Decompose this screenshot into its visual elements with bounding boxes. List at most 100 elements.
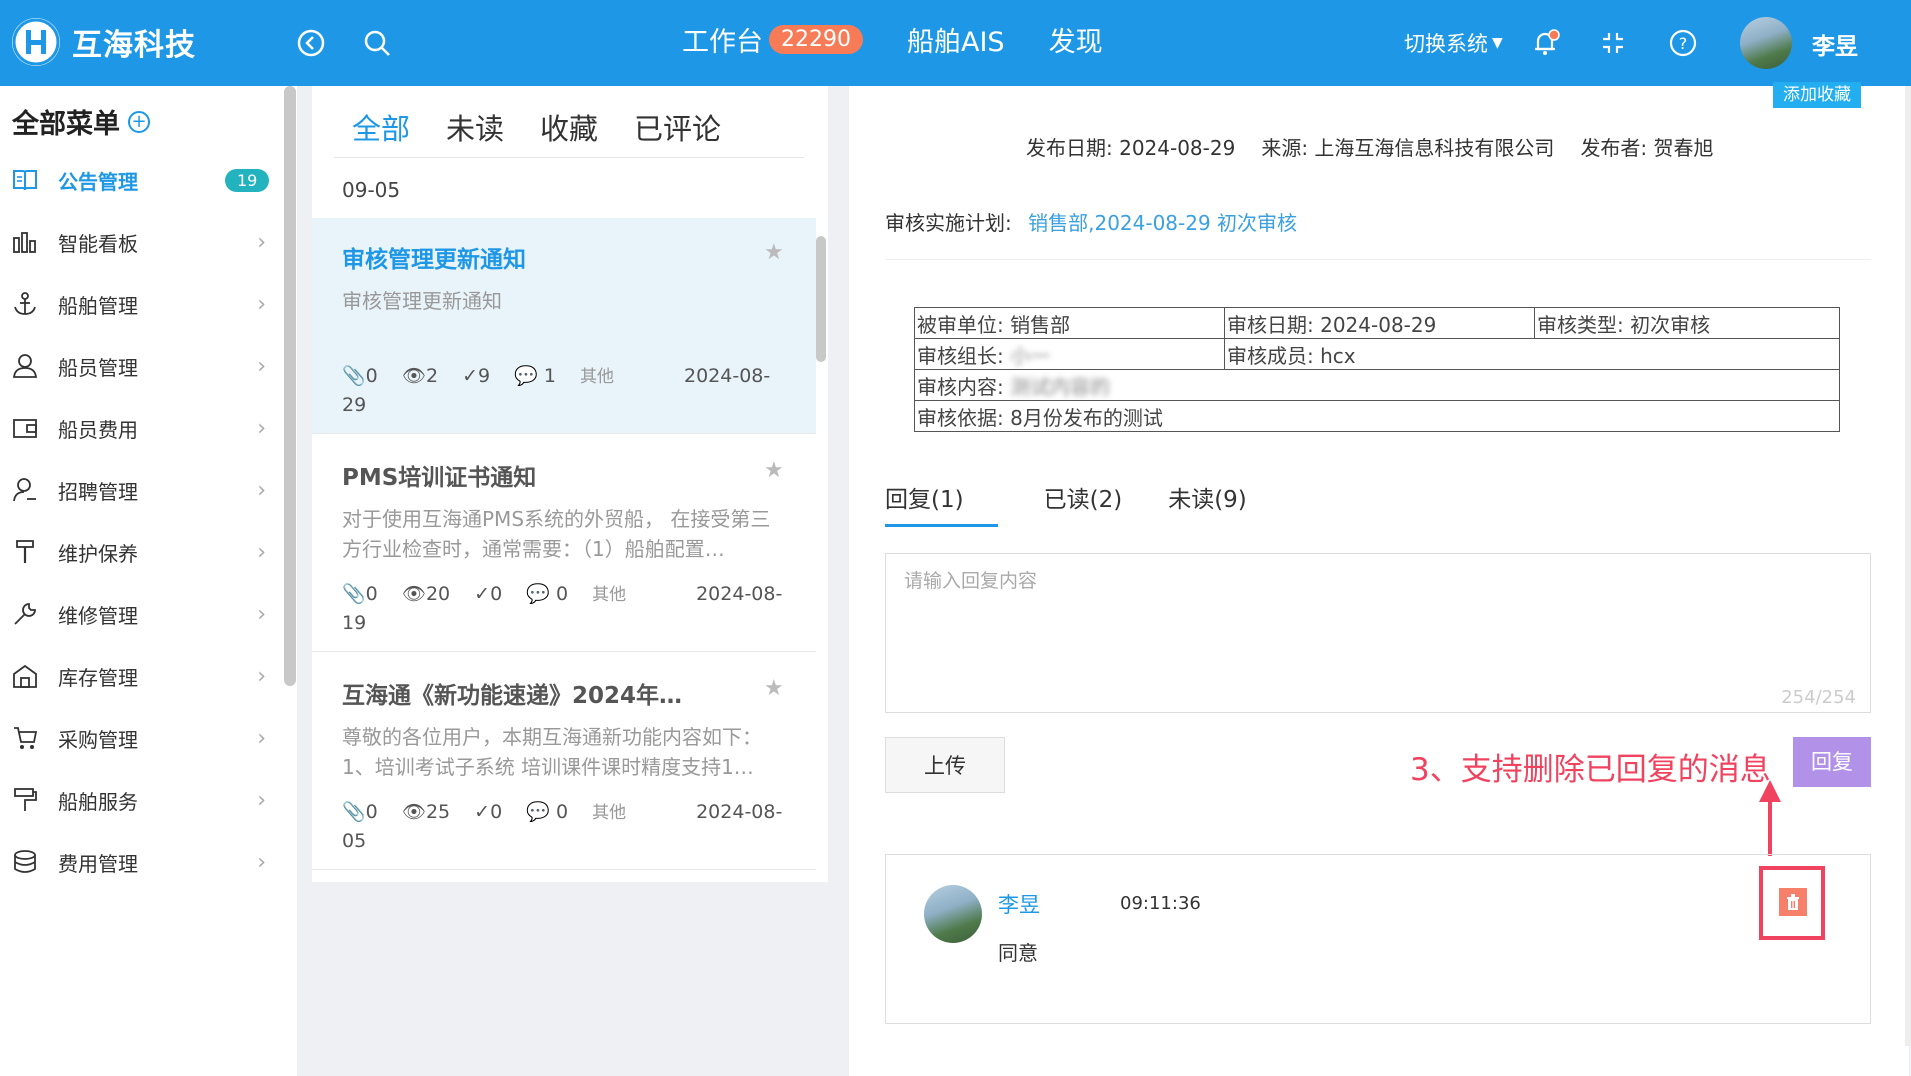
chevron-right-icon: › — [257, 725, 266, 751]
reply-tabs: 回复(1) 已读(2) 未读(9) — [885, 480, 1293, 527]
add-menu-icon[interactable]: + — [128, 110, 150, 133]
list-scrollbar[interactable] — [816, 236, 826, 362]
star-icon[interactable]: ★ — [764, 458, 784, 483]
previous-item-date: 09-05 — [342, 178, 401, 202]
tab-favorites[interactable]: 收藏 — [540, 106, 598, 157]
help-icon[interactable]: ? — [1664, 24, 1702, 62]
notice-meta: 📎0 👁25 ✓0 💬 0 其他 2024-08-05 — [342, 798, 792, 855]
delete-reply-button[interactable] — [1779, 888, 1807, 916]
reply-button[interactable]: 回复 — [1793, 737, 1871, 787]
leader-label: 审核组长: — [917, 343, 1004, 368]
sidebar-item-inventory[interactable]: 库存管理 › — [0, 646, 280, 706]
search-icon[interactable] — [358, 24, 396, 62]
user-name[interactable]: 李昱 — [1812, 27, 1858, 61]
unit-label: 被审单位: — [917, 312, 1004, 337]
notice-card[interactable]: 互海通《新功能速递》2024年… ★ 尊敬的各位用户，本期互海通新功能内容如下：… — [312, 654, 816, 870]
sidebar-item-maintenance[interactable]: 维护保养 › — [0, 522, 280, 582]
sidebar-item-label: 维修管理 — [58, 603, 138, 628]
sidebar-item-label: 船员管理 — [58, 355, 138, 380]
tab-unread[interactable]: 未读 — [446, 106, 504, 157]
paperclip-icon: 📎 — [342, 583, 366, 605]
notice-summary: 尊敬的各位用户，本期互海通新功能内容如下：1、培训考试子系统 培训课件课时精度支… — [342, 725, 762, 779]
audit-plan-link[interactable]: 销售部,2024-08-29 初次审核 — [1028, 211, 1297, 235]
view-count: 2 — [425, 365, 439, 387]
content-label: 审核内容: — [917, 374, 1004, 399]
sidebar-item-ship[interactable]: 船舶管理 › — [0, 274, 280, 334]
nav-ship-ais-label: 船舶AIS — [907, 27, 1005, 58]
back-arrow-icon[interactable] — [292, 24, 330, 62]
detail-scrollbar[interactable] — [1905, 86, 1911, 1046]
tab-replies[interactable]: 回复(1) — [885, 480, 998, 527]
date-label: 审核日期: — [1227, 312, 1314, 337]
read-count: 9 — [478, 365, 491, 387]
notice-title[interactable]: PMS培训证书通知 — [342, 458, 536, 492]
switch-system-label: 切换系统 — [1404, 32, 1488, 56]
notice-list-panel: 全部 未读 收藏 已评论 09-05 审核管理更新通知 ★ 审核管理更新通知 📎… — [312, 86, 828, 882]
notice-summary: 对于使用互海通PMS系统的外贸船， 在接受第三方行业检查时，通常需要：（1）船舶… — [342, 507, 771, 561]
compress-icon[interactable] — [1594, 24, 1632, 62]
main-nav: 工作台 22290 船舶AIS 发现 — [682, 20, 1147, 59]
notice-tabs: 全部 未读 收藏 已评论 — [334, 106, 804, 158]
reply-author[interactable]: 李昱 — [998, 889, 1040, 919]
notice-category: 其他 — [592, 585, 627, 605]
tab-unread-users[interactable]: 未读(9) — [1168, 480, 1247, 527]
sidebar-item-repair[interactable]: 维修管理 › — [0, 584, 280, 644]
bell-icon[interactable] — [1526, 24, 1564, 62]
content-value: 测试内容的 — [1010, 374, 1111, 399]
members-label: 审核成员: — [1227, 343, 1314, 368]
switch-system-dropdown[interactable]: 切换系统 ▼ — [1404, 28, 1503, 58]
tab-commented[interactable]: 已评论 — [634, 106, 721, 157]
sidebar-item-purchase[interactable]: 采购管理 › — [0, 708, 280, 768]
notice-title[interactable]: 互海通《新功能速递》2024年… — [342, 676, 682, 710]
nav-discover[interactable]: 发现 — [1049, 20, 1103, 59]
sidebar-item-dashboard[interactable]: 智能看板 › — [0, 212, 280, 272]
chevron-right-icon: › — [257, 787, 266, 813]
chevron-right-icon: › — [257, 601, 266, 627]
reply-item: 李昱 09:11:36 同意 — [885, 854, 1871, 1024]
sidebar-item-crew-expense[interactable]: 船员费用 › — [0, 398, 280, 458]
reply-time: 09:11:36 — [1120, 893, 1201, 914]
cart-icon — [10, 723, 40, 753]
wrench-icon — [10, 599, 40, 629]
notice-meta: 📎0 👁2 ✓9 💬 1 其他 2024-08-29 — [342, 362, 792, 419]
nav-ship-ais[interactable]: 船舶AIS — [907, 20, 1005, 59]
notice-card[interactable]: PMS培训证书通知 ★ 对于使用互海通PMS系统的外贸船， 在接受第三方行业检查… — [312, 436, 816, 652]
reply-input[interactable] — [886, 554, 1870, 712]
sidebar-item-label: 库存管理 — [58, 665, 138, 690]
sidebar-item-expense[interactable]: 费用管理 › — [0, 832, 280, 892]
paperclip-icon: 📎 — [342, 365, 366, 387]
comment-count: 0 — [555, 801, 569, 823]
tab-all[interactable]: 全部 — [352, 106, 410, 157]
attachment-count: 0 — [365, 365, 378, 387]
sidebar-item-label: 招聘管理 — [58, 479, 138, 504]
notice-card[interactable]: 审核管理更新通知 ★ 审核管理更新通知 📎0 👁2 ✓9 💬 1 其他 2024-… — [312, 218, 816, 434]
view-count: 25 — [425, 801, 451, 823]
publish-source: 来源: 上海互海信息科技有限公司 — [1261, 136, 1555, 160]
add-favorite-button[interactable]: 添加收藏 — [1773, 82, 1861, 108]
star-icon[interactable]: ★ — [764, 676, 784, 701]
members-value: hcx — [1320, 343, 1356, 368]
sidebar-item-label: 维护保养 — [58, 541, 138, 566]
upload-button[interactable]: 上传 — [885, 737, 1005, 793]
sidebar-item-label: 船舶服务 — [58, 789, 138, 814]
caret-down-icon: ▼ — [1492, 35, 1503, 51]
read-eye-icon: ✓ — [474, 583, 491, 605]
sidebar-item-crew[interactable]: 船员管理 › — [0, 336, 280, 396]
sidebar-item-notice[interactable]: 公告管理 19 — [0, 150, 280, 210]
publisher: 发布者: 贺春旭 — [1580, 136, 1714, 160]
tab-read[interactable]: 已读(2) — [1044, 480, 1123, 527]
nav-workbench[interactable]: 工作台 22290 — [682, 20, 863, 59]
basis-value: 8月份发布的测试 — [1010, 405, 1163, 430]
brand-logo[interactable]: 互海科技 — [12, 18, 196, 66]
logo-mark-icon — [12, 18, 60, 66]
sidebar-item-recruit[interactable]: 招聘管理 › — [0, 460, 280, 520]
star-icon[interactable]: ★ — [764, 240, 784, 265]
sidebar-scrollbar[interactable] — [284, 86, 296, 686]
sidebar-item-label: 公告管理 — [58, 169, 138, 194]
user-avatar[interactable] — [1740, 17, 1792, 69]
notice-title[interactable]: 审核管理更新通知 — [342, 240, 526, 274]
sidebar-item-ship-service[interactable]: 船舶服务 › — [0, 770, 280, 830]
reply-box: 254/254 — [885, 553, 1871, 713]
chevron-right-icon: › — [257, 291, 266, 317]
coins-icon — [10, 847, 40, 877]
